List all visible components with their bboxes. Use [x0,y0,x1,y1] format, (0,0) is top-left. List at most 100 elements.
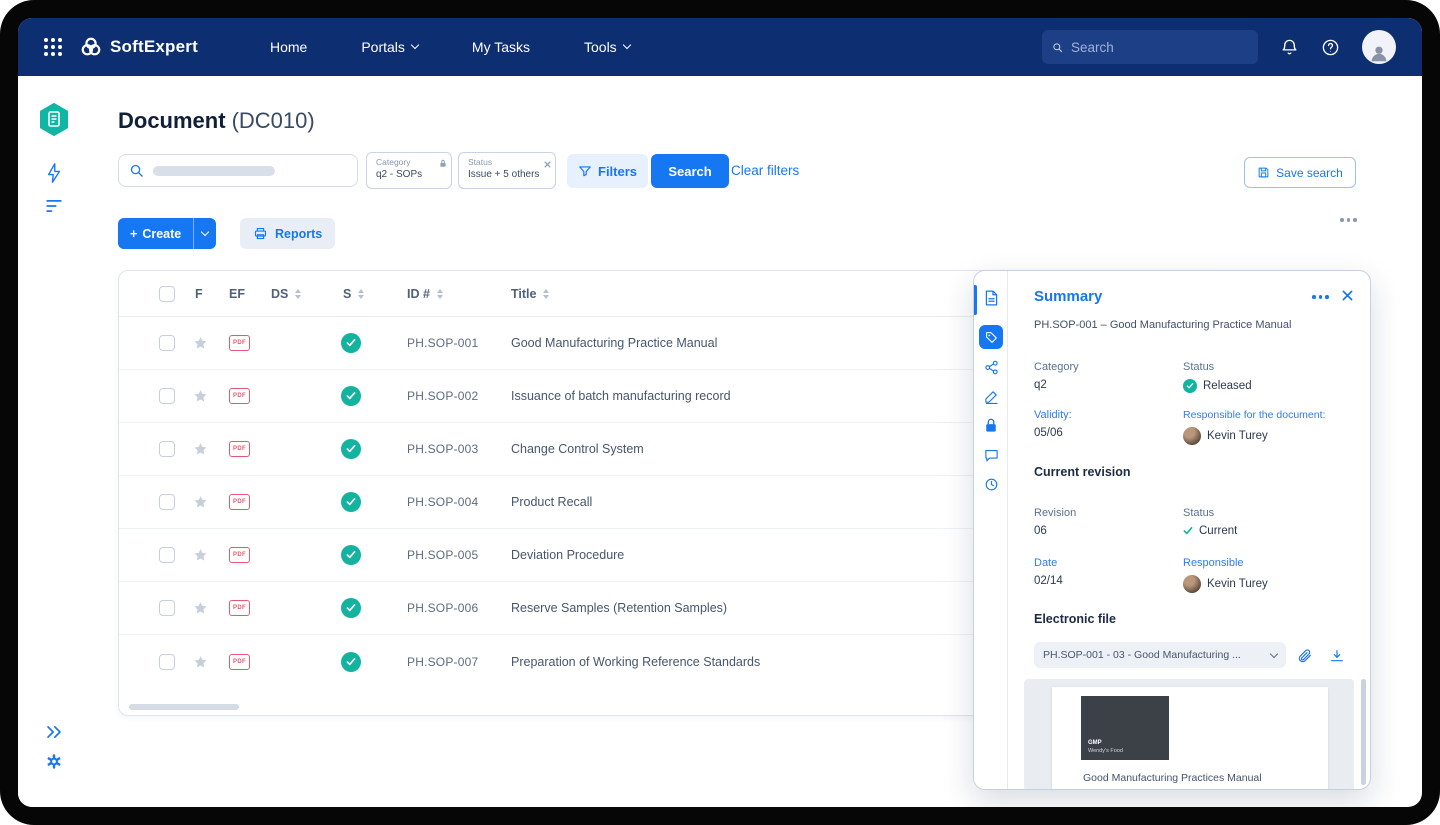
doc-id[interactable]: PH.SOP-007 [407,655,478,669]
field-validity: Validity: 05/06 [1034,409,1072,439]
share-tab-icon[interactable] [979,355,1003,379]
file-preview[interactable]: GMP Wendy's Food Good Manufacturing Prac… [1024,679,1354,790]
remove-filter-icon[interactable] [544,155,551,173]
summary-subtitle: PH.SOP-001 – Good Manufacturing Practice… [1034,319,1354,331]
page-code: (DC010) [232,108,315,133]
nav-my-tasks[interactable]: My Tasks [472,39,530,55]
header-status[interactable]: S [343,287,364,301]
sort-icon[interactable] [543,289,549,299]
favorite-star-icon[interactable] [193,654,208,669]
favorite-star-icon[interactable] [193,601,208,616]
nav-tools[interactable]: Tools [584,39,630,55]
tag-tab-icon[interactable] [979,325,1003,349]
lock-icon [439,155,447,173]
doc-title[interactable]: Product Recall [511,495,592,509]
header-title[interactable]: Title [511,287,549,301]
document-search-input[interactable] [118,154,358,187]
help-icon[interactable] [1321,38,1340,57]
panel-menu-icon[interactable] [1312,295,1329,299]
file-version-select[interactable]: PH.SOP-001 - 03 - Good Manufacturing ... [1034,642,1286,668]
row-checkbox[interactable] [159,494,175,510]
comment-tab-icon[interactable] [979,443,1003,467]
global-search[interactable] [1042,30,1258,64]
pdf-file-icon[interactable]: PDF [229,654,250,670]
brand-name: SoftExpert [110,37,198,57]
pdf-file-icon[interactable]: PDF [229,600,250,616]
filter-list-icon[interactable] [46,199,63,213]
sort-icon[interactable] [295,289,301,299]
user-avatar[interactable] [1362,30,1396,64]
document-module-icon[interactable] [39,103,69,136]
favorite-star-icon[interactable] [193,495,208,510]
doc-title[interactable]: Good Manufacturing Practice Manual [511,336,717,350]
header-id[interactable]: ID # [407,287,443,301]
pdf-file-icon[interactable]: PDF [229,494,250,510]
doc-id[interactable]: PH.SOP-004 [407,495,478,509]
brand-logo[interactable]: SoftExpert [80,36,198,58]
more-options-icon[interactable] [1340,218,1357,222]
status-filter-chip[interactable]: Status Issue + 5 others [458,152,556,189]
field-responsible-document: Responsible for the document: Kevin Ture… [1183,409,1325,445]
quick-actions-bolt-icon[interactable] [46,163,62,183]
favorite-star-icon[interactable] [193,336,208,351]
document-tab-icon[interactable] [979,286,1003,310]
nav-home[interactable]: Home [270,39,307,55]
category-filter-chip[interactable]: Category q2 - SOPs [366,152,452,189]
row-checkbox[interactable] [159,335,175,351]
doc-id[interactable]: PH.SOP-002 [407,389,478,403]
clear-filters-link[interactable]: Clear filters [731,163,799,178]
attachment-paperclip-icon[interactable] [1294,645,1316,667]
row-checkbox[interactable] [159,654,175,670]
released-status-icon [341,333,361,353]
sort-icon[interactable] [437,289,443,299]
settings-gear-icon[interactable] [46,753,63,770]
doc-id[interactable]: PH.SOP-003 [407,442,478,456]
pdf-file-icon[interactable]: PDF [229,335,250,351]
doc-id[interactable]: PH.SOP-001 [407,336,478,350]
favorite-star-icon[interactable] [193,548,208,563]
panel-scrollbar[interactable] [1361,679,1366,785]
doc-title[interactable]: Preparation of Working Reference Standar… [511,655,760,669]
horizontal-scrollbar[interactable] [129,704,239,710]
header-electronic-file[interactable]: EF [229,287,245,301]
sort-icon[interactable] [358,289,364,299]
pdf-file-icon[interactable]: PDF [229,547,250,563]
funnel-icon [578,164,592,178]
lock-tab-icon[interactable] [979,413,1003,437]
search-button[interactable]: Search [651,154,729,188]
doc-id[interactable]: PH.SOP-006 [407,601,478,615]
pdf-file-icon[interactable]: PDF [229,388,250,404]
doc-title[interactable]: Reserve Samples (Retention Samples) [511,601,727,615]
chevron-down-icon [201,227,209,235]
doc-title[interactable]: Change Control System [511,442,644,456]
close-panel-icon[interactable] [1342,290,1353,301]
row-checkbox[interactable] [159,547,175,563]
current-revision-heading: Current revision [1034,465,1131,479]
filters-button[interactable]: Filters [567,154,648,188]
create-dropdown-button[interactable] [193,218,216,249]
favorite-star-icon[interactable] [193,442,208,457]
save-search-button[interactable]: Save search [1244,157,1356,188]
reports-button[interactable]: Reports [240,218,335,249]
favorite-star-icon[interactable] [193,389,208,404]
signature-tab-icon[interactable] [979,384,1003,408]
doc-title[interactable]: Deviation Procedure [511,548,624,562]
doc-title[interactable]: Issuance of batch manufacturing record [511,389,731,403]
select-all-checkbox[interactable] [159,286,175,302]
apps-grid-icon[interactable] [44,38,62,56]
expand-sidebar-icon[interactable] [46,725,63,739]
history-tab-icon[interactable] [979,472,1003,496]
nav-portals[interactable]: Portals [361,39,418,55]
row-checkbox[interactable] [159,388,175,404]
row-checkbox[interactable] [159,441,175,457]
global-search-input[interactable] [1071,40,1248,55]
header-ds[interactable]: DS [271,287,301,301]
header-favorite[interactable]: F [195,287,203,301]
released-status-icon [341,652,361,672]
create-button[interactable]: + Create [118,218,193,249]
pdf-file-icon[interactable]: PDF [229,441,250,457]
download-icon[interactable] [1326,645,1348,667]
row-checkbox[interactable] [159,600,175,616]
doc-id[interactable]: PH.SOP-005 [407,548,478,562]
notifications-bell-icon[interactable] [1280,38,1299,57]
